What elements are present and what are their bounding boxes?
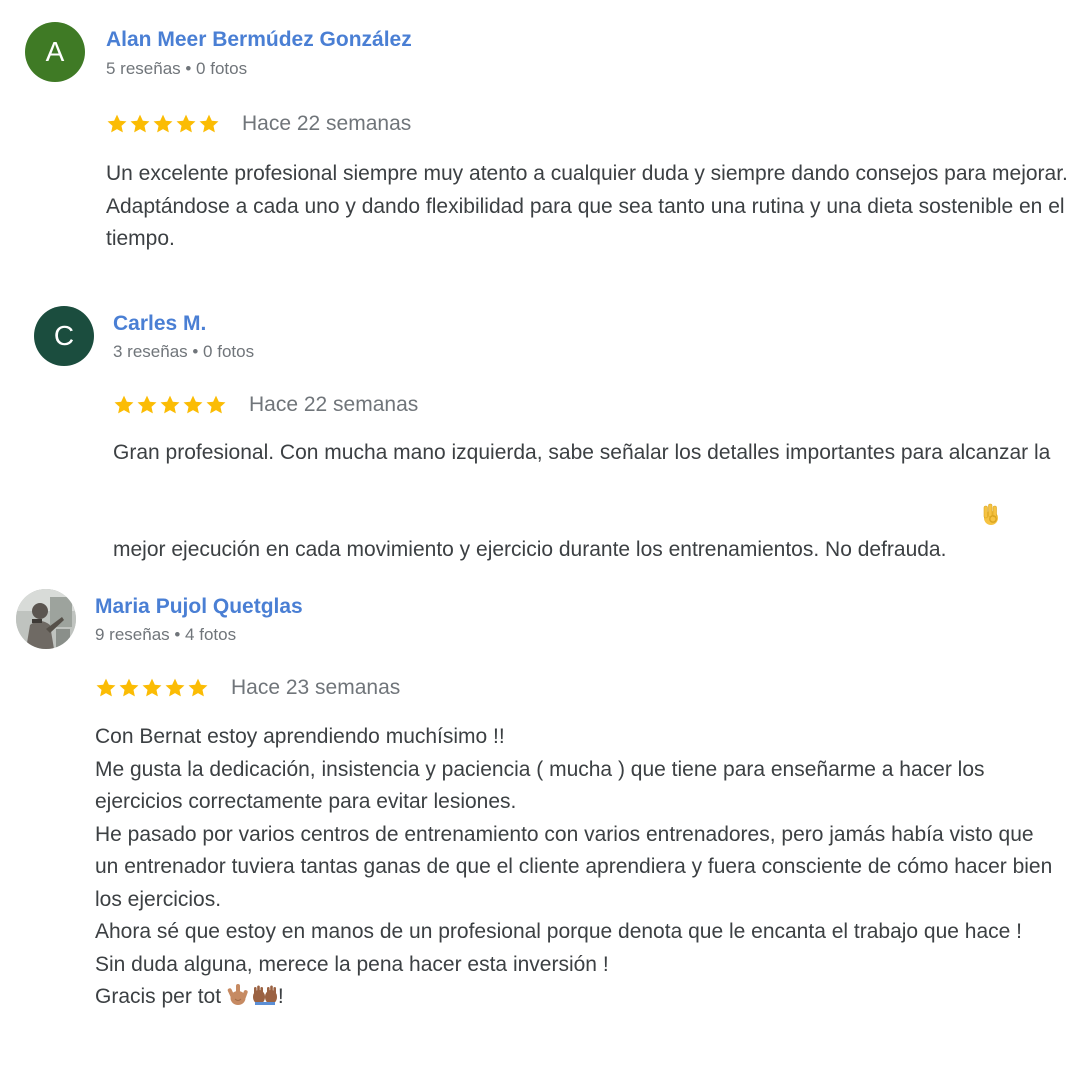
review-text-line: Ahora sé que estoy en manos de un profes… [95, 920, 1023, 943]
review-text: Con Bernat estoy aprendiendo muchísimo !… [95, 721, 1055, 1017]
star-icon [119, 678, 139, 697]
trailing-text: ! [277, 985, 284, 1008]
reviewer-meta: 9 reseñas • 4 fotos [95, 625, 237, 644]
review-text-line: Gracis per tot [95, 985, 222, 1008]
review-text-line-last: Gracis per tot ! [95, 981, 1055, 1017]
star-rating [95, 677, 209, 699]
star-icon [142, 678, 162, 697]
star-icon [165, 678, 185, 697]
review-text-line: Sin duda alguna, merece la pena hacer es… [95, 952, 609, 976]
review-date: Hace 23 semanas [231, 676, 401, 699]
star-icon [188, 678, 208, 697]
review-text-line: He pasado por varios centros de entrenam… [95, 822, 1053, 911]
reviewer-name[interactable]: Maria Pujol Quetglas [95, 594, 303, 620]
review-text-line: Me gusta la dedicación, insistencia y pa… [95, 757, 985, 814]
love-you-gesture-icon [227, 982, 249, 1017]
review-card: Maria Pujol Quetglas 9 reseñas • 4 fotos… [0, 0, 1080, 1080]
profile-photo-icon [16, 589, 76, 649]
review-text-line: Con Bernat estoy aprendiendo muchísimo !… [95, 725, 505, 748]
raising-hands-icon [252, 982, 278, 1017]
rating-row: Hace 23 semanas [95, 675, 400, 701]
star-icon [96, 678, 116, 697]
avatar[interactable] [16, 589, 76, 649]
